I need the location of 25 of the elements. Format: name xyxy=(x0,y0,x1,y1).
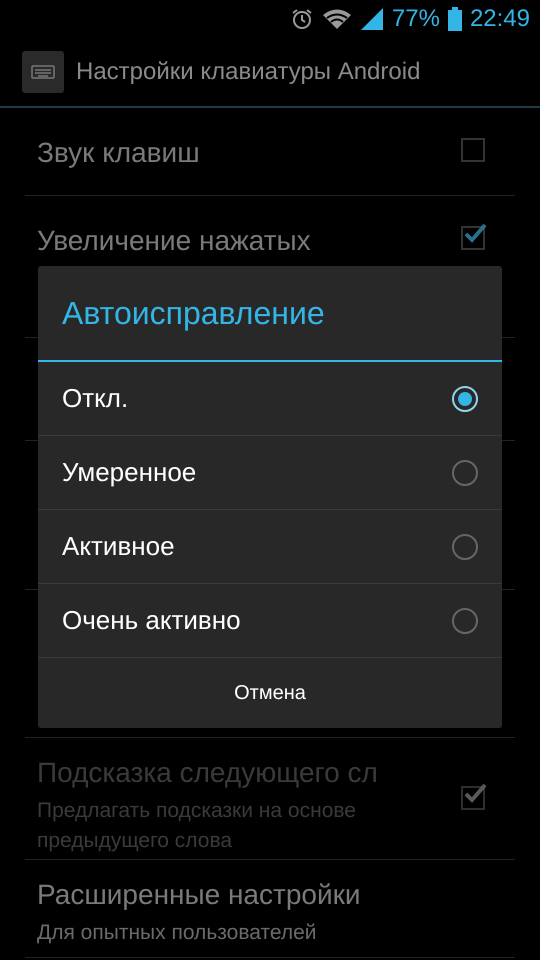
clock: 22:49 xyxy=(470,4,530,34)
option-item[interactable]: Откл. xyxy=(38,362,502,436)
screen-title: Настройки клавиатуры Android xyxy=(76,57,420,87)
option-item[interactable]: Умеренное xyxy=(38,436,502,510)
cancel-button[interactable]: Отмена xyxy=(38,658,502,728)
option-item[interactable]: Очень активно xyxy=(38,584,502,658)
setting-title: Звук клавиш xyxy=(37,136,201,170)
radio-button[interactable] xyxy=(452,534,478,560)
radio-button[interactable] xyxy=(452,608,478,634)
checkbox[interactable] xyxy=(461,138,485,162)
alarm-icon xyxy=(290,7,314,31)
battery-percent: 77% xyxy=(392,4,440,34)
setting-summary: Для опытных пользователей xyxy=(37,920,318,946)
dialog-title: Автоисправление xyxy=(62,294,325,333)
signal-icon xyxy=(360,7,384,31)
radio-button[interactable] xyxy=(452,460,478,486)
setting-title: Расширенные настройки xyxy=(37,878,362,912)
option-item[interactable]: Активное xyxy=(38,510,502,584)
setting-summary: Предлагать подсказки на основе предыдущего слова xyxy=(37,798,357,854)
battery-icon xyxy=(448,7,462,31)
keyboard-icon xyxy=(22,51,64,93)
checkbox[interactable] xyxy=(461,226,485,250)
wifi-icon xyxy=(322,8,352,30)
setting-title: Подсказка следующего сл xyxy=(37,756,379,790)
setting-title: Увеличение нажатых xyxy=(37,224,312,258)
